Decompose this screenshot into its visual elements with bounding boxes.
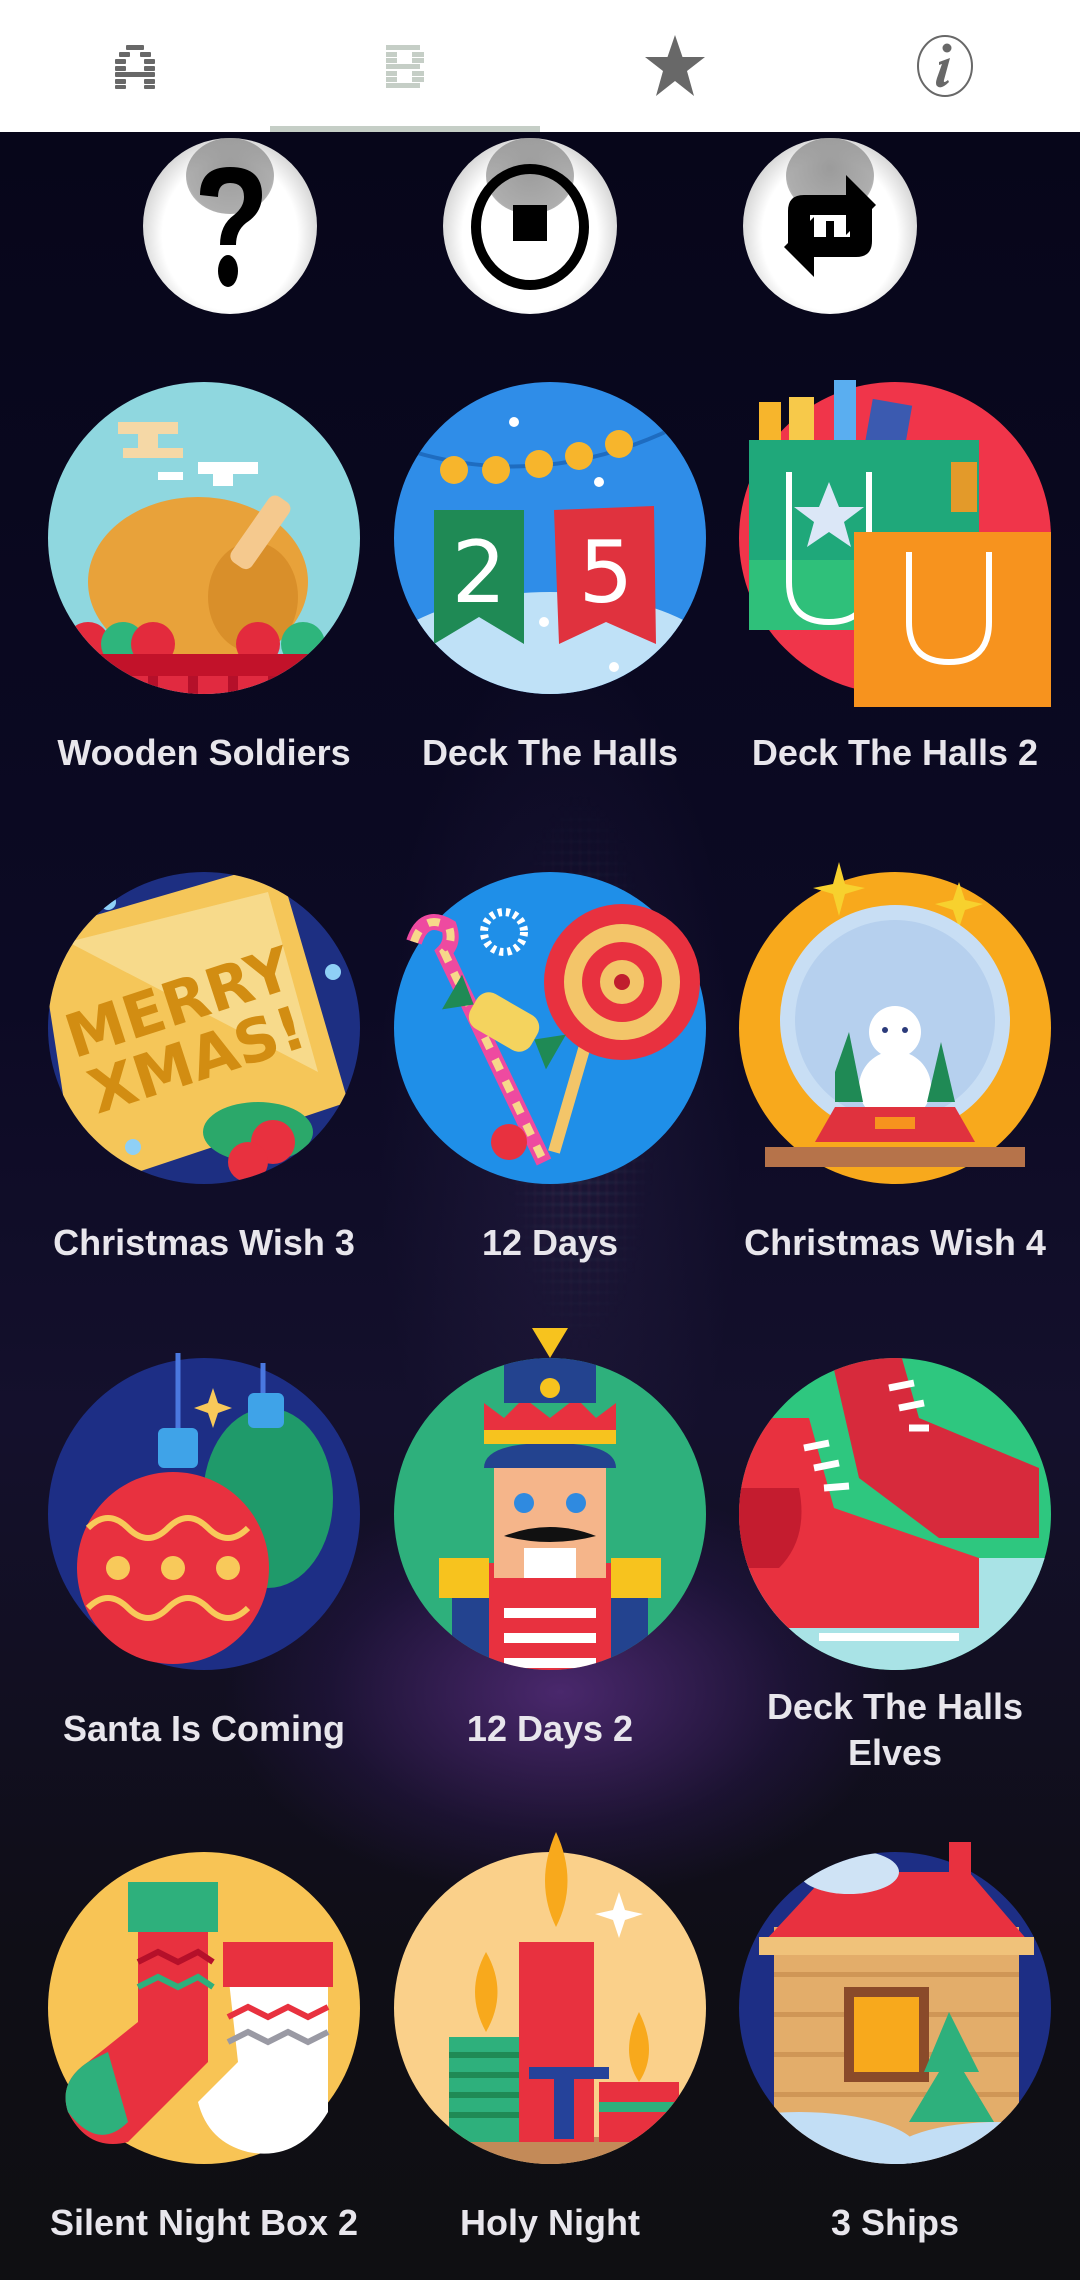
song-item[interactable]: MERRY XMAS! Christmas Wish 3 [31,872,377,1263]
star-icon [645,35,705,96]
song-title: Holy Night [460,2202,640,2243]
candy-lollipop-icon [394,872,706,1184]
song-item[interactable]: Silent Night Box 2 [31,1852,377,2243]
cabin-icon [739,1842,1051,2164]
tab-alphabet[interactable] [0,0,270,132]
song-title: Wooden Soldiers [57,732,351,773]
song-title: Silent Night Box 2 [49,2202,359,2243]
stop-icon [471,164,589,290]
tab-info[interactable] [810,0,1080,132]
stockings-icon [48,1852,360,2164]
tab-favorites[interactable] [540,0,810,132]
song-item[interactable]: 12 Days [377,872,723,1263]
song-title: Christmas Wish 4 [744,1222,1046,1263]
candles-icon [394,1832,706,2164]
letter-a-icon [115,45,155,89]
song-title: 3 Ships [830,2202,960,2243]
ornaments-icon [48,1353,360,1670]
shopping-bags-icon [739,380,1051,707]
song-item[interactable]: Wooden Soldiers [31,382,377,773]
letter-b-icon [386,45,424,88]
song-item[interactable]: Holy Night [377,1832,723,2243]
tab-bar [0,0,1080,132]
song-title: Santa Is Coming [62,1708,346,1749]
song-title: Deck The Halls 2 [751,732,1039,773]
question-mark-icon [200,167,262,287]
calendar-digit-right: 5 [579,523,634,623]
ice-skates-icon [739,1358,1051,1670]
tab-list[interactable] [270,0,540,132]
song-item[interactable]: 2 5 Deck The Halls [377,382,723,773]
song-title: Deck The Halls [421,732,679,773]
song-item[interactable]: Christmas Wish 4 [722,862,1068,1263]
help-button[interactable] [143,138,317,314]
song-title: Deck The Halls Elves [766,1686,1024,1773]
repeat-icon [784,175,876,277]
song-title: 12 Days 2 [466,1708,634,1749]
calendar-digit-left: 2 [452,523,507,623]
turkey-dinner-icon [48,382,360,694]
calendar-25-icon: 2 5 [394,382,706,694]
song-item[interactable]: 12 Days 2 [377,1328,723,1749]
active-tab-indicator [270,126,540,132]
song-item[interactable]: Deck The Halls Elves [722,1358,1068,1773]
repeat-button[interactable] [743,138,917,314]
song-title: Christmas Wish 3 [53,1222,355,1263]
song-title: 12 Days [481,1222,619,1263]
merry-xmas-card-icon: MERRY XMAS! [48,872,360,1184]
song-item[interactable]: 3 Ships [722,1842,1068,2243]
song-item[interactable]: Santa Is Coming [31,1353,377,1749]
snow-globe-icon [739,862,1051,1184]
info-icon [917,35,973,97]
nutcracker-icon [394,1328,706,1670]
song-item[interactable]: Deck The Halls 2 [722,380,1068,773]
stop-button[interactable] [443,138,617,314]
